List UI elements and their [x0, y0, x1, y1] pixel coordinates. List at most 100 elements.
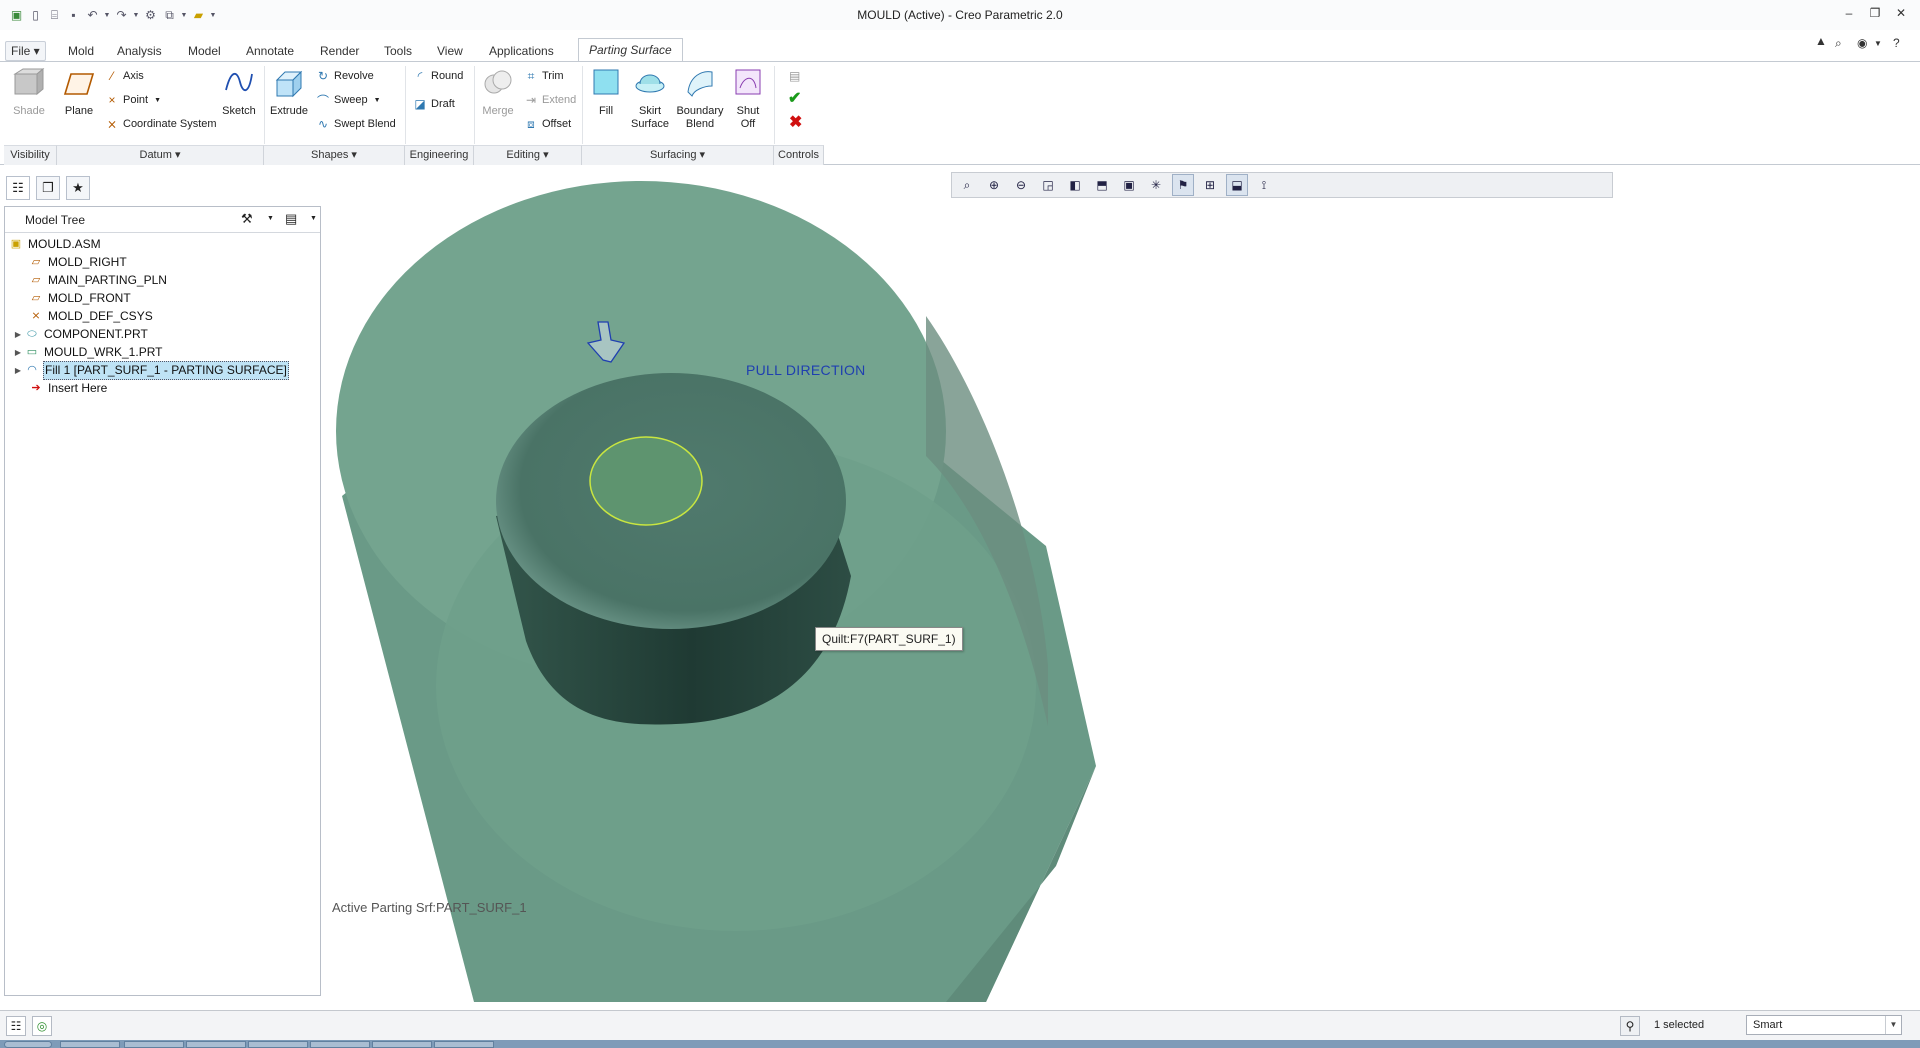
- tab-view[interactable]: View: [431, 41, 469, 61]
- skirt-surface-button[interactable]: Skirt Surface: [627, 68, 673, 131]
- browser-toggle-icon[interactable]: ◎: [32, 1016, 52, 1036]
- boundary-blend-button[interactable]: Boundary Blend: [675, 68, 725, 131]
- selection-filter-dropdown[interactable]: Smart ▼: [1746, 1015, 1902, 1035]
- chevron-down-icon[interactable]: ▼: [310, 215, 317, 222]
- help-icon[interactable]: ?: [1893, 36, 1900, 50]
- group-datum[interactable]: Datum ▾: [57, 145, 264, 165]
- favorites-tab-icon[interactable]: ★: [66, 176, 90, 200]
- close-icon[interactable]: ✕: [1890, 6, 1912, 24]
- tree-node-mold-front[interactable]: ▱ MOLD_FRONT: [28, 290, 132, 307]
- model-tree-tab-icon[interactable]: ☷: [6, 176, 30, 200]
- minimize-icon[interactable]: –: [1838, 6, 1860, 24]
- taskbar-app[interactable]: [372, 1041, 432, 1048]
- annotation-display-icon[interactable]: ⚑: [1172, 174, 1194, 196]
- taskbar-app[interactable]: [124, 1041, 184, 1048]
- tree-node-component-prt[interactable]: ▶ ⬭ COMPONENT.PRT: [12, 326, 149, 343]
- tab-model[interactable]: Model: [182, 41, 227, 61]
- tab-analysis[interactable]: Analysis: [111, 41, 168, 61]
- view-manager-icon[interactable]: ▣: [1118, 174, 1140, 196]
- model-display-icon[interactable]: ⟟: [1253, 174, 1275, 196]
- tree-settings-icon[interactable]: ⚒: [241, 211, 253, 227]
- tree-node-mould-asm[interactable]: ▣ MOULD.ASM: [8, 236, 102, 253]
- tree-node-mold-def-csys[interactable]: ⨯ MOLD_DEF_CSYS: [28, 308, 154, 325]
- selected-surface[interactable]: [589, 436, 703, 526]
- group-editing[interactable]: Editing ▾: [474, 145, 582, 165]
- display-style-icon[interactable]: ◧: [1064, 174, 1086, 196]
- revolve-button[interactable]: ↻ Revolve: [315, 67, 374, 85]
- offset-icon: ⧈: [527, 116, 535, 131]
- merge-button[interactable]: Merge: [478, 68, 518, 118]
- tab-mold[interactable]: Mold: [62, 41, 100, 61]
- active-parting-surface-label: Active Parting Srf:PART_SURF_1: [332, 900, 527, 915]
- expand-arrow-icon[interactable]: ▶: [12, 326, 24, 343]
- datum-display-icon[interactable]: ✳: [1145, 174, 1167, 196]
- sweep-button[interactable]: ⌒ Sweep ▼: [315, 91, 381, 109]
- draft-button[interactable]: ◪ Draft: [412, 95, 455, 113]
- taskbar-app[interactable]: [310, 1041, 370, 1048]
- repaint-icon[interactable]: ◲: [1037, 174, 1059, 196]
- navigator-toggle-icon[interactable]: ☷: [6, 1016, 26, 1036]
- round-button[interactable]: ◜ Round: [412, 67, 464, 85]
- folder-browser-tab-icon[interactable]: ❐: [36, 176, 60, 200]
- coordinate-system-button[interactable]: ⨯ Coordinate System: [104, 115, 217, 133]
- axis-button[interactable]: ⁄ Axis: [104, 67, 144, 85]
- shade-button[interactable]: Shade: [10, 67, 48, 118]
- expand-arrow-icon[interactable]: ▶: [12, 362, 24, 379]
- shut-off-button[interactable]: Shut Off: [730, 68, 766, 131]
- chevron-down-icon[interactable]: ▼: [1874, 39, 1882, 48]
- plane-button[interactable]: Plane: [62, 68, 96, 118]
- fill-button[interactable]: Fill: [588, 68, 624, 118]
- tab-render[interactable]: Render: [314, 41, 365, 61]
- tab-annotate[interactable]: Annotate: [240, 41, 300, 61]
- chevron-down-icon[interactable]: ▼: [267, 215, 274, 222]
- show-menu-icon[interactable]: ▤: [285, 211, 297, 227]
- assembly-icon: ▣: [10, 238, 22, 250]
- tree-node-mould-wrk[interactable]: ▶ ▭ MOULD_WRK_1.PRT: [12, 344, 163, 361]
- selection-tooltip: Quilt:F7(PART_SURF_1): [815, 627, 963, 651]
- properties-icon[interactable]: ▤: [789, 67, 800, 85]
- saved-orientations-icon[interactable]: ⬒: [1091, 174, 1113, 196]
- zoom-out-icon[interactable]: ⊖: [1010, 174, 1032, 196]
- taskbar-app[interactable]: [248, 1041, 308, 1048]
- community-icon[interactable]: ◉: [1857, 36, 1867, 50]
- taskbar-app[interactable]: [434, 1041, 494, 1048]
- tab-file[interactable]: File ▾: [5, 41, 46, 61]
- expand-arrow-icon[interactable]: ▶: [12, 344, 24, 361]
- zoom-in-icon[interactable]: ⊕: [983, 174, 1005, 196]
- point-button[interactable]: × Point ▼: [104, 91, 161, 109]
- start-button[interactable]: [4, 1041, 52, 1048]
- tab-parting-surface[interactable]: Parting Surface: [578, 38, 683, 62]
- pull-direction-label: PULL DIRECTION: [746, 362, 866, 378]
- tree-node-main-parting-pln[interactable]: ▱ MAIN_PARTING_PLN: [28, 272, 168, 289]
- spin-center-icon[interactable]: ⊞: [1199, 174, 1221, 196]
- offset-button[interactable]: ⧈ Offset: [523, 115, 571, 133]
- trim-button[interactable]: ⌗ Trim: [523, 67, 564, 85]
- tab-tools[interactable]: Tools: [378, 41, 418, 61]
- tree-node-mold-right[interactable]: ▱ MOLD_RIGHT: [28, 254, 128, 271]
- taskbar-app[interactable]: [60, 1041, 120, 1048]
- search-icon[interactable]: ⌕: [1835, 36, 1842, 51]
- tree-node-fill-1[interactable]: ▶ ◠ Fill 1 [PART_SURF_1 - PARTING SURFACE]: [12, 361, 289, 380]
- refit-icon[interactable]: ⌕: [956, 174, 978, 196]
- minimize-ribbon-icon[interactable]: ▲: [1815, 34, 1827, 48]
- taskbar-app[interactable]: [186, 1041, 246, 1048]
- find-icon[interactable]: ⚲: [1620, 1016, 1640, 1036]
- model-tree-header: Model Tree ⚒ ▼ ▤ ▼: [5, 207, 320, 233]
- ok-checkmark-icon[interactable]: ✔: [788, 89, 801, 107]
- revolve-label: Revolve: [334, 70, 374, 82]
- shade-icon: [13, 67, 45, 96]
- sketch-button[interactable]: Sketch: [220, 68, 258, 118]
- csys-icon: ⨯: [106, 117, 118, 131]
- group-shapes[interactable]: Shapes ▾: [264, 145, 405, 165]
- tab-applications[interactable]: Applications: [483, 41, 560, 61]
- tree-node-insert-here[interactable]: ➔ Insert Here: [28, 380, 108, 397]
- extend-button[interactable]: ⇥ Extend: [523, 91, 576, 109]
- graphics-viewport[interactable]: ⌕ ⊕ ⊖ ◲ ◧ ⬒ ▣ ✳ ⚑ ⊞ ⬓ ⟟ PULL DIRECTION Q…: [326, 166, 1920, 1010]
- swept-blend-button[interactable]: ∿ Swept Blend: [315, 115, 396, 133]
- restore-icon[interactable]: ❐: [1864, 6, 1886, 24]
- perspective-icon[interactable]: ⬓: [1226, 174, 1248, 196]
- extrude-button[interactable]: Extrude: [268, 68, 310, 118]
- cancel-x-icon[interactable]: ✖: [789, 113, 802, 131]
- group-visibility: Visibility: [4, 145, 57, 165]
- group-surfacing[interactable]: Surfacing ▾: [582, 145, 774, 165]
